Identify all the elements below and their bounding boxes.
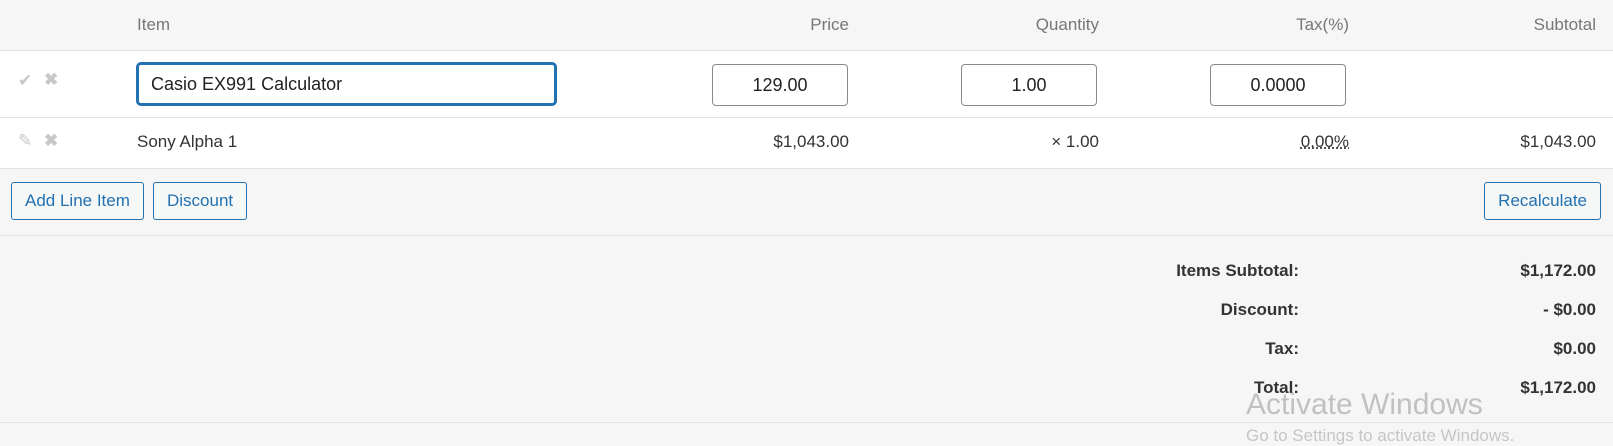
close-icon[interactable]: ✖: [44, 70, 58, 90]
line-items-actions: Add Line Item Discount Recalculate: [0, 169, 1613, 236]
line-item-name: Sony Alpha 1: [137, 132, 238, 151]
discount-button[interactable]: Discount: [153, 182, 248, 220]
discount-label: Discount:: [1220, 300, 1299, 319]
activate-windows-watermark: Activate Windows: [1246, 388, 1483, 421]
line-item-edit-row: ✔ ✖: [0, 51, 1613, 118]
tax-value: $0.00: [1553, 339, 1596, 358]
tax-input[interactable]: [1210, 64, 1346, 106]
add-line-item-button[interactable]: Add Line Item: [11, 182, 144, 220]
item-name-input[interactable]: [137, 63, 556, 105]
line-item-subtotal: $1,043.00: [1520, 132, 1596, 151]
close-icon[interactable]: ✖: [44, 131, 58, 151]
checkmark-icon[interactable]: ✔: [18, 71, 32, 91]
column-header-tax: Tax(%): [1296, 15, 1349, 34]
items-subtotal-value: $1,172.00: [1520, 261, 1596, 280]
pencil-icon[interactable]: ✎: [18, 131, 32, 151]
column-header-price: Price: [810, 15, 849, 34]
line-item-quantity: × 1.00: [1051, 132, 1099, 151]
price-input[interactable]: [712, 64, 848, 106]
activate-windows-subtext: Go to Settings to activate Windows.: [1246, 426, 1515, 445]
line-item-row: ✎ ✖ Sony Alpha 1 $1,043.00 × 1.00 0.00% …: [0, 118, 1613, 169]
quantity-input[interactable]: [961, 64, 1097, 106]
column-header-quantity: Quantity: [1035, 15, 1099, 34]
column-header-item: Item: [137, 15, 171, 34]
discount-value: - $0.00: [1543, 300, 1596, 319]
recalculate-button[interactable]: Recalculate: [1484, 182, 1601, 220]
total-value: $1,172.00: [1520, 378, 1596, 397]
items-subtotal-label: Items Subtotal:: [1176, 261, 1299, 280]
column-header-subtotal: Subtotal: [1533, 15, 1596, 34]
tax-label: Tax:: [1265, 339, 1299, 358]
line-item-price: $1,043.00: [773, 132, 849, 151]
line-item-tax: 0.00%: [1300, 132, 1349, 151]
line-items-header: Item Price Quantity Tax(%) Subtotal: [0, 0, 1613, 51]
